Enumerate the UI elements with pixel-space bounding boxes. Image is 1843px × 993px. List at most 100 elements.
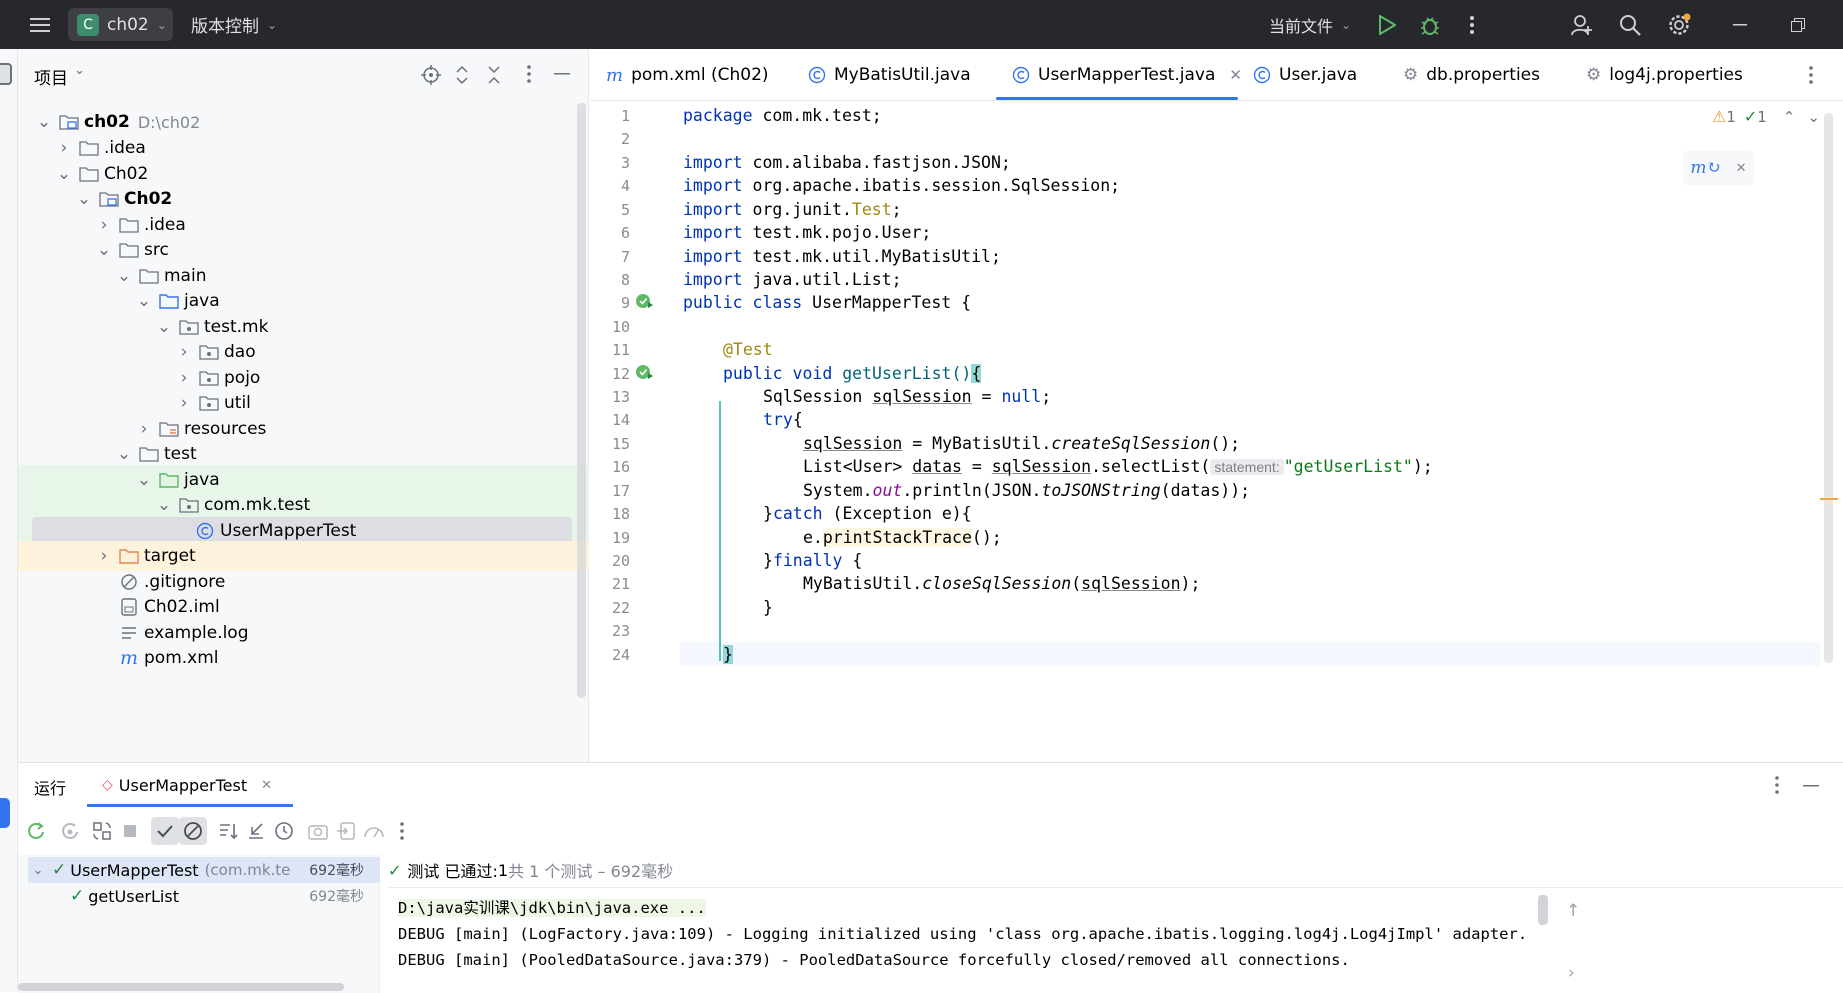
import-tests-icon[interactable] bbox=[332, 817, 360, 845]
run-config-selector[interactable]: 当前文件 ⌄ bbox=[1269, 0, 1351, 49]
test-row-class[interactable]: ⌄ ✓ UserMapperTest (com.mk.te 692毫秒 bbox=[28, 857, 380, 883]
chevron-down-icon[interactable]: ⌄ bbox=[114, 444, 134, 464]
main-menu-icon[interactable] bbox=[25, 10, 55, 40]
chevron-down-icon[interactable]: ⌄ bbox=[34, 112, 54, 132]
stop-icon[interactable] bbox=[116, 817, 144, 845]
chevron-right-icon[interactable]: › bbox=[174, 368, 194, 388]
code-area[interactable]: package com.mk.test; import com.alibaba.… bbox=[680, 101, 1823, 762]
vcs-menu[interactable]: 版本控制 ⌄ bbox=[191, 0, 277, 49]
collapse-all-icon[interactable] bbox=[487, 65, 501, 85]
chevron-down-icon[interactable]: ⌄ bbox=[74, 189, 94, 209]
coverage-icon[interactable] bbox=[360, 817, 388, 845]
chevron-down-icon[interactable]: ⌄ bbox=[154, 495, 174, 515]
tree-item-label: Ch02 bbox=[124, 189, 173, 209]
chevron-down-icon[interactable]: ⌄ bbox=[154, 317, 174, 337]
sort-icon[interactable] bbox=[214, 817, 242, 845]
history-icon[interactable] bbox=[270, 817, 298, 845]
console-output[interactable]: ✓ 测试 已通过: 1 共 1 个测试 – 692毫秒 D:\java实训课\j… bbox=[388, 855, 1843, 993]
rerun-icon[interactable] bbox=[22, 817, 50, 845]
passed-check-icon: ✓ bbox=[70, 886, 85, 906]
expand-all-icon[interactable] bbox=[455, 65, 469, 85]
minimize-icon[interactable] bbox=[1725, 10, 1755, 40]
line-number: 3 bbox=[620, 154, 630, 172]
excluded-folder-icon bbox=[118, 546, 140, 566]
code-line: @Test bbox=[723, 340, 773, 359]
hide-panel-icon[interactable] bbox=[1803, 785, 1819, 787]
test-status-bar: ✓ 测试 已通过: 1 共 1 个测试 – 692毫秒 bbox=[388, 855, 673, 885]
scroll-up-icon[interactable]: ↑ bbox=[1566, 901, 1580, 921]
chevron-down-icon[interactable]: ⌄ bbox=[114, 266, 134, 286]
line-number: 4 bbox=[620, 177, 630, 195]
more-icon[interactable] bbox=[1457, 10, 1487, 40]
project-switcher[interactable]: C ch02 ⌄ bbox=[68, 8, 173, 41]
tree-scrollbar[interactable] bbox=[577, 103, 586, 698]
editor-scrollbar[interactable] bbox=[1824, 113, 1833, 663]
resources-folder-icon bbox=[158, 419, 180, 439]
console-scrollbar[interactable] bbox=[1538, 895, 1548, 925]
toggle-auto-test-icon[interactable] bbox=[88, 817, 116, 845]
active-tab-indicator bbox=[996, 97, 1238, 100]
chevron-right-icon[interactable]: › bbox=[54, 138, 74, 158]
search-icon[interactable] bbox=[1615, 10, 1645, 40]
run-icon[interactable] bbox=[1372, 10, 1402, 40]
project-name: ch02 bbox=[107, 14, 149, 35]
rerun-failed-icon[interactable] bbox=[56, 817, 84, 845]
hide-panel-icon[interactable] bbox=[554, 73, 570, 75]
tree-item-label: main bbox=[164, 266, 207, 286]
test-row-method[interactable]: ✓ getUserList 692毫秒 bbox=[28, 883, 380, 909]
collapse-icon[interactable] bbox=[242, 817, 270, 845]
tab-run-usermappertest[interactable]: ◇ UserMapperTest ✕ bbox=[102, 763, 272, 807]
screenshot-icon[interactable] bbox=[304, 817, 332, 845]
show-ignored-icon[interactable] bbox=[179, 817, 207, 845]
tree-item-label: example.log bbox=[144, 623, 249, 643]
close-icon[interactable]: ✕ bbox=[261, 778, 272, 793]
chevron-down-icon[interactable]: ⌄ bbox=[94, 240, 114, 260]
run-test-method-icon[interactable] bbox=[635, 363, 653, 381]
chevron-down-icon: ⌄ bbox=[1341, 17, 1352, 32]
line-number: 22 bbox=[611, 599, 630, 617]
tree-item-label: pom.xml bbox=[144, 648, 219, 668]
tabs-more-icon[interactable] bbox=[1809, 66, 1813, 84]
chevron-right-icon[interactable]: › bbox=[174, 393, 194, 413]
chevron-down-icon[interactable]: ⌄ bbox=[28, 863, 48, 878]
chevron-right-icon[interactable]: › bbox=[94, 546, 114, 566]
chevron-down-icon[interactable]: ⌄ bbox=[74, 63, 85, 78]
warning-stripe-marker[interactable] bbox=[1820, 498, 1838, 500]
tab-user-java[interactable]: User.java bbox=[1253, 49, 1357, 101]
tab-log4j-properties[interactable]: ⚙ log4j.properties bbox=[1586, 49, 1743, 101]
debug-icon[interactable] bbox=[1415, 10, 1445, 40]
run-test-class-icon[interactable] bbox=[635, 292, 653, 310]
restore-icon[interactable] bbox=[1783, 10, 1813, 40]
account-icon[interactable] bbox=[1567, 10, 1597, 40]
options-icon[interactable] bbox=[1775, 776, 1779, 794]
tree-item-label: Ch02.iml bbox=[144, 597, 220, 617]
close-icon[interactable]: ✕ bbox=[1229, 66, 1242, 84]
options-icon[interactable] bbox=[527, 65, 531, 83]
settings-icon[interactable] bbox=[1665, 10, 1695, 40]
more-icon[interactable] bbox=[388, 817, 416, 845]
chevron-down-icon[interactable]: ⌄ bbox=[134, 470, 154, 490]
tab-mybatisutil[interactable]: MyBatisUtil.java bbox=[808, 49, 971, 101]
code-line: import java.util.List; bbox=[683, 270, 902, 289]
show-passed-icon[interactable] bbox=[151, 817, 179, 845]
passed-check-icon: ✓ bbox=[52, 860, 67, 880]
run-tool-icon[interactable] bbox=[0, 798, 10, 828]
code-line: sqlSession = MyBatisUtil.createSqlSessio… bbox=[803, 434, 1241, 453]
chevron-down-icon[interactable]: ⌄ bbox=[54, 164, 74, 184]
chevron-right-icon[interactable]: › bbox=[174, 342, 194, 362]
chevron-right-icon[interactable]: › bbox=[1568, 963, 1575, 983]
project-panel-title[interactable]: 项目 bbox=[34, 64, 68, 89]
line-number: 11 bbox=[611, 341, 630, 359]
tab-db-properties[interactable]: ⚙ db.properties bbox=[1403, 49, 1540, 101]
chevron-right-icon[interactable]: › bbox=[94, 215, 114, 235]
chevron-down-icon[interactable]: ⌄ bbox=[134, 291, 154, 311]
tab-pom-xml[interactable]: m pom.xml (Ch02) bbox=[606, 49, 769, 101]
tab-usermappertest[interactable]: UserMapperTest.java ✕ bbox=[1012, 49, 1242, 101]
test-tree-hscrollbar[interactable] bbox=[18, 983, 344, 991]
test-duration: 692毫秒 bbox=[307, 860, 364, 880]
chevron-right-icon[interactable]: › bbox=[134, 419, 154, 439]
tree-item-pom-xml[interactable]: m pom.xml bbox=[18, 643, 578, 673]
project-tool-icon[interactable] bbox=[0, 63, 12, 85]
run-panel-title[interactable]: 运行 bbox=[34, 775, 66, 799]
locate-icon[interactable] bbox=[421, 65, 441, 85]
